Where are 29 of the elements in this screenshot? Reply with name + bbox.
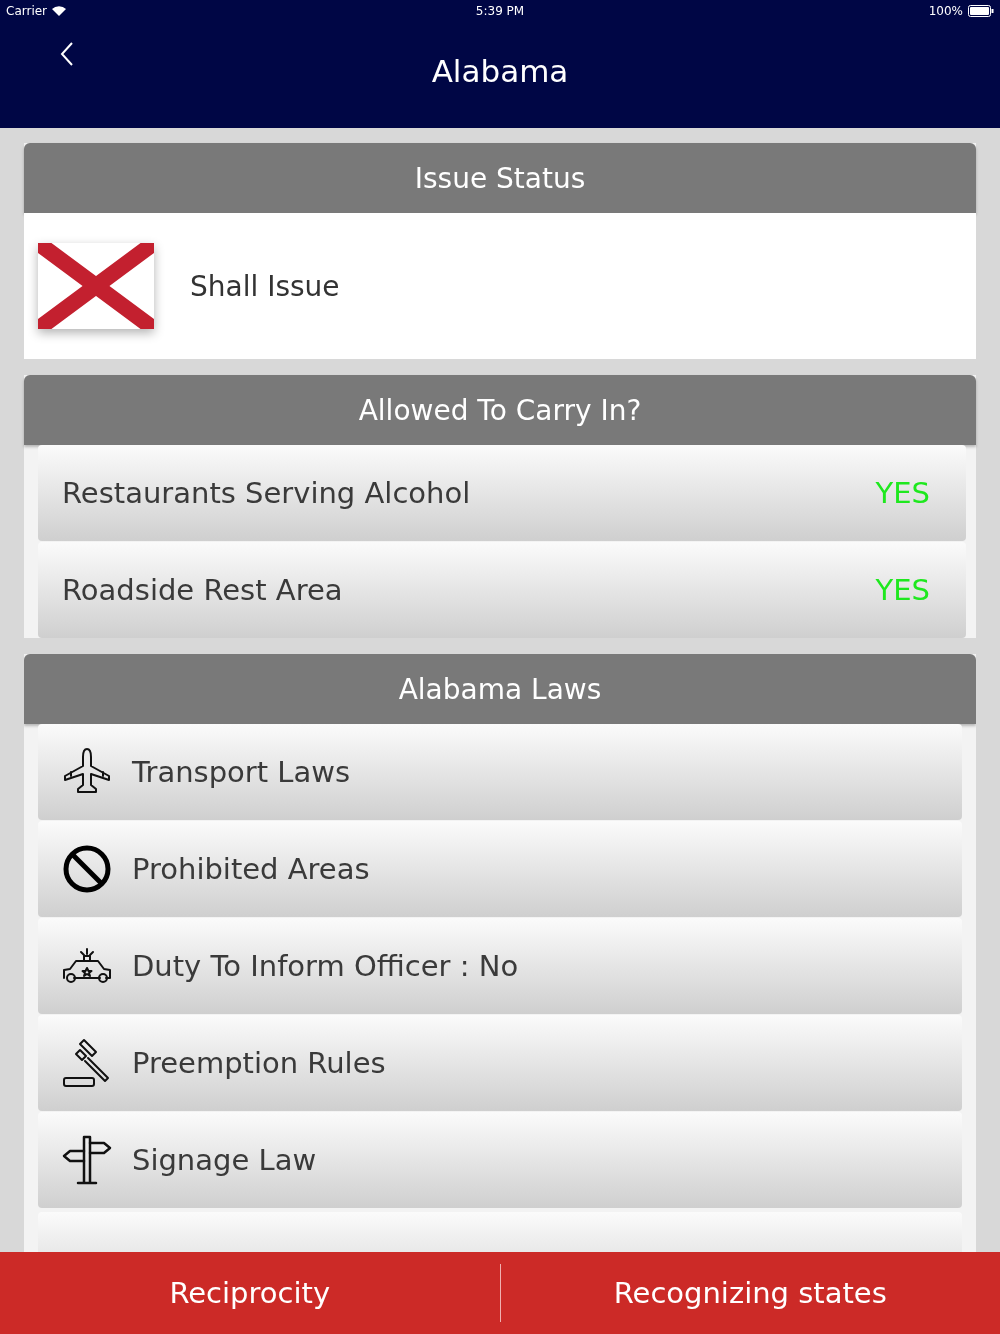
wifi-icon xyxy=(52,6,67,16)
carry-place-label: Restaurants Serving Alcohol xyxy=(62,476,472,510)
battery-percent: 100% xyxy=(928,4,963,18)
section-header: Allowed To Carry In? xyxy=(24,375,976,445)
police-car-icon xyxy=(62,948,112,984)
prohibited-icon xyxy=(62,844,112,894)
status-time: 5:39 PM xyxy=(475,4,525,18)
carry-place-label: Roadside Rest Area xyxy=(62,573,344,607)
issue-status-value: Shall Issue xyxy=(190,269,340,303)
law-label: Duty To Inform Officer : No xyxy=(132,949,520,983)
law-label: Signage Law xyxy=(132,1143,318,1177)
law-row[interactable]: Transport Laws xyxy=(38,724,962,820)
carry-answer: YES xyxy=(875,573,930,607)
battery-icon xyxy=(968,5,994,17)
carry-answer: YES xyxy=(875,476,930,510)
law-row[interactable]: Prohibited Areas xyxy=(38,821,962,917)
section-header: Alabama Laws xyxy=(24,654,976,724)
law-label: Transport Laws xyxy=(132,755,352,789)
section-header: Issue Status xyxy=(24,143,976,213)
law-label: Prohibited Areas xyxy=(132,852,371,886)
carrier-label: Carrier xyxy=(6,4,48,18)
law-row[interactable]: Signage Law xyxy=(38,1112,962,1208)
flag-icon xyxy=(38,243,154,329)
signpost-icon xyxy=(62,1135,112,1185)
law-row[interactable]: Preemption Rules xyxy=(38,1015,962,1111)
law-row[interactable]: Duty To Inform Officer : No xyxy=(38,918,962,1014)
law-label: Preemption Rules xyxy=(132,1046,387,1080)
page-title: Alabama xyxy=(431,53,569,91)
gavel-icon xyxy=(62,1038,112,1088)
